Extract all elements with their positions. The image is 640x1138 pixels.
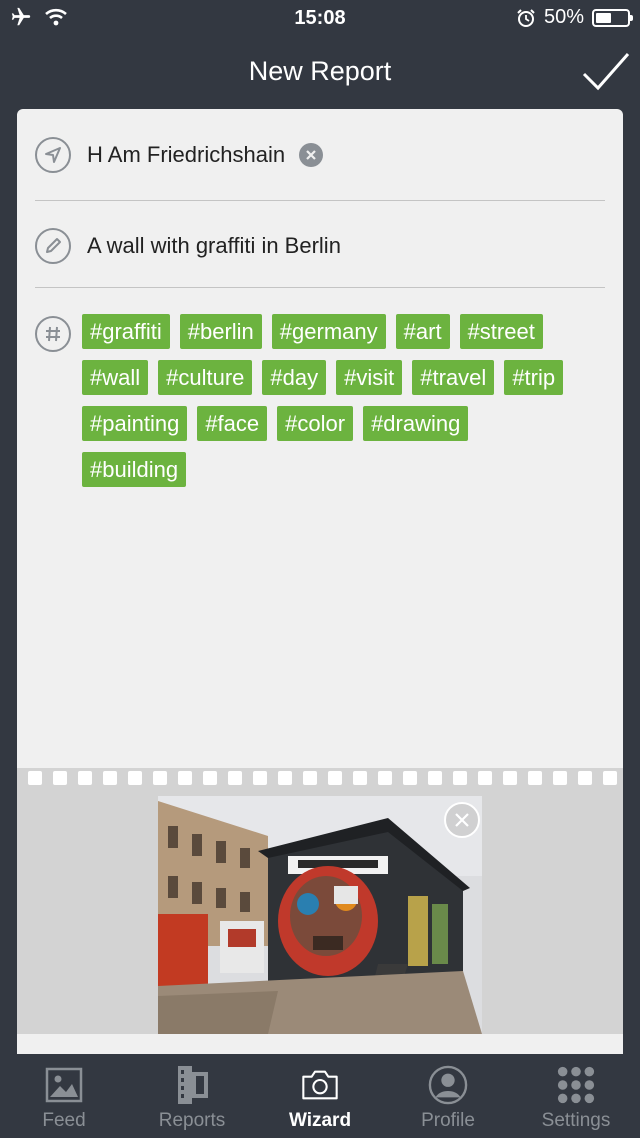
tag-chip[interactable]: #drawing bbox=[363, 406, 469, 441]
hashtag-icon bbox=[35, 316, 71, 352]
description-text: A wall with graffiti in Berlin bbox=[87, 233, 341, 258]
film-perforation bbox=[378, 771, 392, 785]
tab-reports[interactable]: Reports bbox=[128, 1054, 256, 1138]
tab-label: Feed bbox=[42, 1110, 86, 1131]
tag-chip[interactable]: #travel bbox=[412, 360, 495, 395]
page-title: New Report bbox=[248, 56, 392, 86]
tab-feed[interactable]: Feed bbox=[0, 1054, 128, 1138]
tag-chip[interactable]: #trip bbox=[504, 360, 564, 395]
tag-chip[interactable]: #berlin bbox=[179, 314, 262, 349]
film-perforation bbox=[53, 771, 67, 785]
tag-chip[interactable]: #graffiti bbox=[82, 314, 170, 349]
film-perforation bbox=[553, 771, 567, 785]
tab-bar: Feed Reports Wizard Profile Settings bbox=[0, 1054, 640, 1138]
film-perforation bbox=[453, 771, 467, 785]
film-icon bbox=[172, 1064, 212, 1106]
graffiti-wall-photo bbox=[158, 796, 482, 1034]
image-icon bbox=[44, 1064, 84, 1106]
tag-chip[interactable]: #germany bbox=[271, 314, 386, 349]
film-perforation bbox=[78, 771, 92, 785]
checkmark-icon bbox=[582, 53, 630, 91]
tag-list: #graffiti #berlin #germany #art #street #wall… bbox=[82, 314, 587, 498]
tag-chip[interactable]: #visit bbox=[336, 360, 403, 395]
tab-label: Reports bbox=[158, 1110, 226, 1131]
tab-label: Wizard bbox=[288, 1110, 352, 1131]
tag-chip[interactable]: #culture bbox=[158, 360, 253, 395]
report-card: H Am Friedrichshain A wall with graffiti… bbox=[17, 109, 623, 1054]
film-perforation bbox=[353, 771, 367, 785]
description-row[interactable]: A wall with graffiti in Berlin bbox=[35, 224, 605, 268]
film-perforation bbox=[228, 771, 242, 785]
photo-thumbnail[interactable] bbox=[158, 796, 482, 1034]
film-perforation bbox=[203, 771, 217, 785]
film-perforation bbox=[103, 771, 117, 785]
film-perforation bbox=[328, 771, 342, 785]
pencil-icon bbox=[35, 228, 71, 264]
tag-chip[interactable]: #wall bbox=[82, 360, 149, 395]
remove-photo-button[interactable] bbox=[444, 802, 480, 838]
film-perforation bbox=[428, 771, 442, 785]
clear-location-icon[interactable] bbox=[299, 143, 324, 167]
tag-chip[interactable]: #face bbox=[197, 406, 268, 441]
film-perforation bbox=[153, 771, 167, 785]
film-perforation bbox=[278, 771, 292, 785]
film-perforation bbox=[528, 771, 542, 785]
battery-percent: 50% bbox=[543, 6, 584, 28]
tab-label: Profile bbox=[421, 1110, 475, 1131]
location-arrow-icon bbox=[35, 137, 71, 173]
grid-dots-icon bbox=[556, 1064, 596, 1106]
user-icon bbox=[428, 1064, 468, 1106]
location-row[interactable]: H Am Friedrichshain bbox=[35, 133, 605, 177]
close-icon bbox=[455, 813, 469, 827]
tag-chip[interactable]: #art bbox=[395, 314, 450, 349]
tab-wizard[interactable]: Wizard bbox=[256, 1054, 384, 1138]
location-text: H Am Friedrichshain bbox=[87, 142, 286, 167]
film-perforation bbox=[303, 771, 317, 785]
battery-icon bbox=[592, 8, 633, 27]
tag-chip[interactable]: #painting bbox=[82, 406, 188, 441]
photo-strip bbox=[17, 768, 623, 1034]
film-perforation bbox=[253, 771, 267, 785]
film-perforation bbox=[578, 771, 592, 785]
film-perforation bbox=[128, 771, 142, 785]
status-bar: 15:08 50% bbox=[0, 0, 640, 36]
tab-settings[interactable]: Settings bbox=[512, 1054, 640, 1138]
film-perforation bbox=[178, 771, 192, 785]
tag-chip[interactable]: #building bbox=[82, 452, 187, 487]
film-perforations bbox=[17, 768, 623, 788]
tag-chip[interactable]: #street bbox=[459, 314, 543, 349]
film-perforation bbox=[478, 771, 492, 785]
confirm-button[interactable] bbox=[580, 48, 632, 96]
tab-profile[interactable]: Profile bbox=[384, 1054, 512, 1138]
film-perforation bbox=[603, 771, 617, 785]
film-perforation bbox=[403, 771, 417, 785]
camera-icon bbox=[300, 1064, 340, 1106]
tag-chip[interactable]: #day bbox=[262, 360, 327, 395]
divider bbox=[35, 200, 605, 201]
tag-chip[interactable]: #color bbox=[277, 406, 354, 441]
divider bbox=[35, 287, 605, 288]
nav-bar: New Report bbox=[0, 36, 640, 108]
film-perforation bbox=[503, 771, 517, 785]
film-perforation bbox=[28, 771, 42, 785]
tab-label: Settings bbox=[541, 1110, 611, 1131]
alarm-icon bbox=[517, 8, 535, 27]
